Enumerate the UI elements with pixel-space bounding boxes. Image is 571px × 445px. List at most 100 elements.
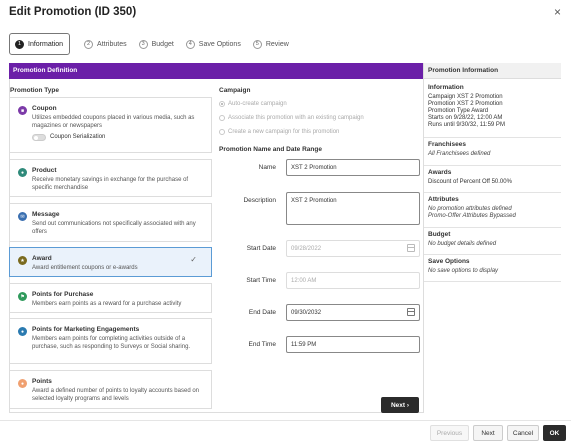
radio-icon: [219, 129, 225, 135]
radio-auto-create-campaign[interactable]: Auto-create campaign: [219, 101, 287, 107]
type-card-desc: Award entitlement coupons or e-awards: [32, 265, 138, 271]
type-card-message[interactable]: ✉ Message Send out communications not sp…: [9, 203, 212, 242]
promotion-name-date-title: Promotion Name and Date Range: [219, 146, 322, 153]
type-card-title: Award: [32, 255, 52, 262]
close-icon[interactable]: ×: [554, 5, 561, 19]
campaign-title: Campaign: [219, 87, 251, 94]
franchisees-title: Franchisees: [428, 141, 466, 148]
divider: [424, 227, 561, 228]
next-button[interactable]: Next: [473, 425, 503, 441]
calendar-icon[interactable]: [407, 308, 415, 316]
award-icon: ★: [18, 256, 27, 265]
step-label: Save Options: [198, 40, 241, 48]
end-date-value: 09/30/2032: [291, 310, 322, 316]
step-budget[interactable]: 3 Budget: [138, 33, 174, 55]
flag-icon: ⚑: [18, 292, 27, 301]
step-number-icon: 4: [185, 39, 195, 49]
franchisees-value: All Franchisees defined: [428, 151, 491, 157]
radio-create-new-campaign[interactable]: Create a new campaign for this promotion: [219, 129, 339, 135]
radio-label: Associate this promotion with an existin…: [228, 115, 364, 121]
awards-section: Awards Discount of Percent Off 50.00%: [428, 169, 558, 186]
end-time-label: End Time: [248, 341, 276, 348]
step-number-icon: 1: [15, 39, 24, 49]
divider: [424, 137, 561, 138]
next-section-button[interactable]: Next ›: [381, 397, 419, 413]
type-card-award[interactable]: ★ Award Award entitlement coupons or e-a…: [9, 247, 212, 277]
info-line: Promotion Type Award: [428, 108, 489, 114]
end-date-field[interactable]: 09/30/2032: [286, 304, 420, 321]
attributes-title: Attributes: [428, 196, 459, 203]
cancel-button[interactable]: Cancel: [507, 425, 539, 441]
start-time-value: 12:00 AM: [291, 278, 317, 284]
start-date-label: Start Date: [246, 245, 276, 252]
step-label: Attributes: [97, 40, 127, 48]
type-card-points-for-purchase[interactable]: ⚑ Points for Purchase Members earn point…: [9, 283, 212, 313]
type-card-title: Points for Purchase: [32, 291, 94, 298]
divider: [424, 281, 561, 282]
awards-value: Discount of Percent Off 50.00%: [428, 179, 512, 185]
tag-icon: ●: [18, 168, 27, 177]
save-options-title: Save Options: [428, 258, 470, 265]
end-date-label: End Date: [248, 309, 276, 316]
name-label: Name: [258, 164, 276, 171]
ok-button[interactable]: OK: [543, 425, 566, 441]
promotion-type-title: Promotion Type: [10, 87, 59, 94]
promotion-information-panel: Promotion Information Information Campai…: [423, 63, 561, 413]
footer-divider: [0, 420, 571, 421]
save-options-value: No save options to display: [428, 268, 499, 274]
end-time-field[interactable]: 11:59 PM: [286, 336, 420, 353]
previous-button[interactable]: Previous: [430, 425, 469, 441]
name-field[interactable]: XST 2 Promotion: [286, 159, 420, 176]
radio-associate-existing-campaign[interactable]: Associate this promotion with an existin…: [219, 115, 364, 121]
divider: [424, 165, 561, 166]
dialog-header: Edit Promotion (ID 350) ×: [0, 0, 571, 26]
toggle-knob: [34, 136, 38, 140]
type-card-desc: Receive monetary savings in exchange for…: [32, 177, 189, 191]
step-attributes[interactable]: 2 Attributes: [84, 33, 127, 55]
type-card-desc: Send out communications not specifically…: [32, 221, 196, 235]
type-card-title: Coupon: [32, 105, 57, 112]
start-time-label: Start Time: [246, 277, 276, 284]
awards-title: Awards: [428, 169, 452, 176]
step-save-options[interactable]: 4 Save Options: [185, 33, 241, 55]
wizard-steps: 1 Information 2 Attributes 3 Budget 4 Sa…: [9, 33, 301, 55]
description-field[interactable]: XST 2 Promotion: [286, 192, 420, 225]
step-number-icon: 5: [252, 39, 262, 49]
step-label: Information: [28, 40, 64, 48]
step-label: Budget: [151, 40, 174, 48]
type-card-desc: Award a defined number of points to loya…: [32, 388, 199, 402]
step-label: Review: [265, 40, 289, 48]
attributes-line: No promotion attributes defined: [428, 206, 512, 212]
type-card-points-for-marketing[interactable]: ● Points for Marketing Engagements Membe…: [9, 318, 212, 364]
type-card-coupon[interactable]: ■ Coupon Utilizes embedded coupons place…: [9, 97, 212, 153]
coupon-serialization-toggle[interactable]: [32, 134, 46, 141]
chevron-right-icon: ›: [406, 401, 410, 409]
promotion-information-header: Promotion Information: [424, 63, 561, 79]
attributes-line: Promo-Offer Attributes Bypassed: [428, 213, 516, 219]
calendar-icon: [407, 244, 415, 252]
divider: [424, 192, 561, 193]
step-information[interactable]: 1 Information: [9, 33, 71, 55]
type-card-product[interactable]: ● Product Receive monetary savings in ex…: [9, 159, 212, 197]
description-value: XST 2 Promotion: [291, 198, 337, 204]
info-line: Starts on 9/28/22, 12:00 AM: [428, 115, 503, 121]
step-review[interactable]: 5 Review: [252, 33, 289, 55]
next-label: Next: [390, 401, 406, 409]
type-card-title: Message: [32, 211, 60, 218]
type-card-title: Points: [32, 378, 52, 385]
type-card-desc: Members earn points for completing activ…: [32, 336, 191, 350]
step-number-icon: 3: [138, 39, 148, 49]
franchisees-section: Franchisees All Franchisees defined: [428, 141, 558, 158]
info-section-title: Information: [428, 84, 464, 91]
info-line: Campaign XST 2 Promotion: [428, 94, 503, 100]
info-line: Runs until 9/30/32, 11:59 PM: [428, 122, 505, 128]
coupon-serialization-label: Coupon Serialization: [50, 134, 106, 140]
end-time-value: 11:59 PM: [291, 342, 317, 348]
type-card-title: Points for Marketing Engagements: [32, 326, 140, 333]
type-card-points[interactable]: ● Points Award a defined number of point…: [9, 370, 212, 409]
description-label: Description: [243, 197, 276, 204]
save-options-section: Save Options No save options to display: [428, 258, 558, 275]
radio-label: Auto-create campaign: [228, 101, 287, 107]
start-date-value: 09/28/2022: [291, 246, 322, 252]
budget-section: Budget No budget details defined: [428, 231, 558, 248]
